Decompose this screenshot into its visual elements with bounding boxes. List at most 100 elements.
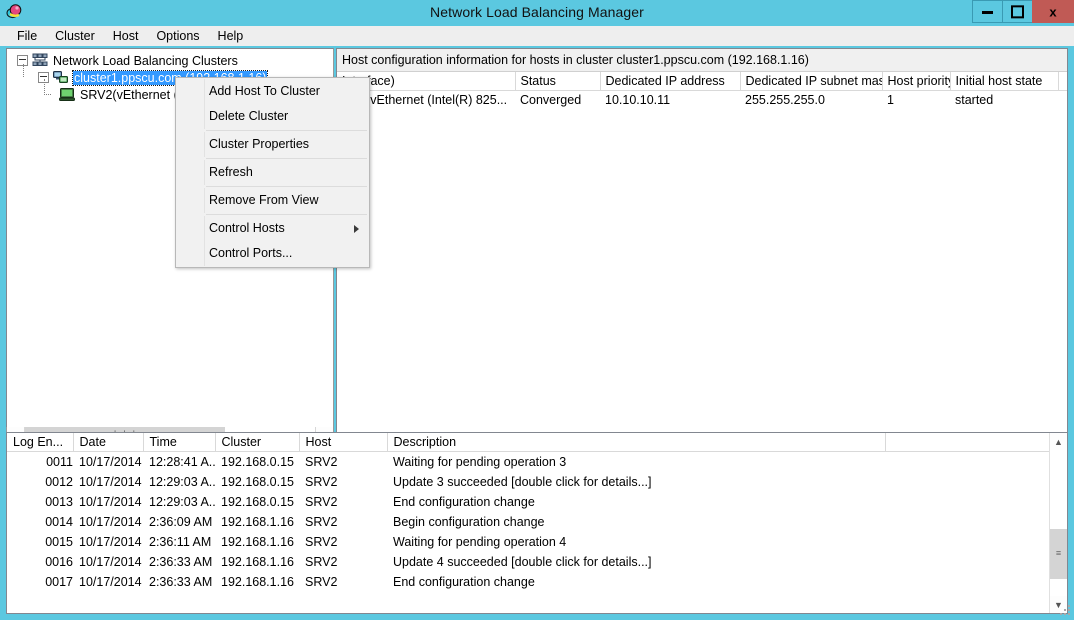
- context-menu-item-remove-from-view[interactable]: Remove From View: [176, 188, 369, 213]
- context-menu-item-control-hosts[interactable]: Control Hosts: [176, 216, 369, 241]
- context-menu-item-cluster-properties[interactable]: Cluster Properties: [176, 132, 369, 157]
- host-col-subnet-mask[interactable]: Dedicated IP subnet mask: [740, 72, 883, 91]
- log-cell-time: 12:29:03 A...: [149, 474, 215, 489]
- context-menu-label: Control Ports...: [209, 246, 293, 260]
- log-cell-host: SRV2: [305, 514, 338, 529]
- tree-connector: [23, 64, 24, 77]
- menu-separator: [206, 186, 367, 187]
- menu-host[interactable]: Host: [104, 27, 148, 45]
- log-cell-host: SRV2: [305, 474, 338, 489]
- tree-node-root[interactable]: Network Load Balancing Clusters: [7, 52, 333, 69]
- host-cell-initial-state: started: [955, 92, 994, 107]
- log-col-date[interactable]: Date: [73, 433, 144, 452]
- menu-bar: File Cluster Host Options Help: [0, 26, 1074, 46]
- minimize-icon: [973, 6, 1002, 18]
- window-controls: x: [972, 0, 1074, 23]
- log-cell-host: SRV2: [305, 554, 338, 569]
- menu-cluster[interactable]: Cluster: [46, 27, 104, 45]
- log-cell-date: 10/17/2014: [79, 534, 142, 549]
- log-cell-time: 2:36:33 AM: [149, 554, 213, 569]
- log-cell-host: SRV2: [305, 454, 338, 469]
- table-row[interactable]: RV2(vEthernet (Intel(R) 825... Converged…: [337, 91, 1067, 109]
- context-menu-label: Add Host To Cluster: [209, 84, 320, 98]
- tree-root-label: Network Load Balancing Clusters: [53, 53, 238, 68]
- menu-help[interactable]: Help: [209, 27, 253, 45]
- application-window: Network Load Balancing Manager x File Cl…: [0, 0, 1074, 619]
- minimize-button[interactable]: [972, 0, 1002, 23]
- close-button[interactable]: x: [1032, 0, 1074, 23]
- log-cell-host: SRV2: [305, 534, 338, 549]
- log-cell-spacer: [885, 572, 1050, 592]
- menu-options[interactable]: Options: [147, 27, 208, 45]
- log-col-host[interactable]: Host: [299, 433, 388, 452]
- log-cell-date: 10/17/2014: [79, 454, 142, 469]
- table-row[interactable]: 0011 10/17/2014 12:28:41 A... 192.168.0.…: [7, 452, 1050, 472]
- context-menu-item-control-ports[interactable]: Control Ports...: [176, 241, 369, 266]
- log-cell-host: SRV2: [305, 494, 338, 509]
- log-cell-entry: 0015: [45, 534, 73, 549]
- host-cell-status: Converged: [520, 92, 582, 107]
- submenu-arrow-icon: [354, 224, 359, 233]
- log-cell-spacer: [885, 532, 1050, 552]
- log-cell-cluster: 192.168.1.16: [221, 534, 294, 549]
- host-table-header-row: Interface) Status Dedicated IP address D…: [337, 72, 1067, 91]
- log-cell-description: End configuration change: [393, 574, 535, 589]
- log-cell-description: Begin configuration change: [393, 514, 545, 529]
- host-col-priority[interactable]: Host priority: [882, 72, 951, 91]
- tree-connector-h: [44, 94, 51, 95]
- context-menu-item-add-host-to-cluster[interactable]: Add Host To Cluster: [176, 79, 369, 104]
- log-cell-entry: 0016: [45, 554, 73, 569]
- context-menu-label: Remove From View: [209, 193, 319, 207]
- window-resize-grip[interactable]: [1058, 603, 1072, 617]
- log-cell-cluster: 192.168.1.16: [221, 514, 294, 529]
- menu-gutter: [176, 241, 205, 266]
- log-table-body: 0011 10/17/2014 12:28:41 A... 192.168.0.…: [7, 452, 1050, 592]
- log-cell-cluster: 192.168.0.15: [221, 494, 294, 509]
- table-row[interactable]: 0014 10/17/2014 2:36:09 AM 192.168.1.16 …: [7, 512, 1050, 532]
- window-title: Network Load Balancing Manager: [430, 4, 644, 20]
- scroll-up-button[interactable]: ▲: [1050, 433, 1067, 450]
- log-col-time[interactable]: Time: [143, 433, 216, 452]
- log-col-description[interactable]: Description: [387, 433, 886, 452]
- menu-gutter: [176, 79, 205, 104]
- menu-gutter: [176, 160, 205, 185]
- host-col-initial-state[interactable]: Initial host state: [950, 72, 1059, 91]
- table-row[interactable]: 0017 10/17/2014 2:36:33 AM 192.168.1.16 …: [7, 572, 1050, 592]
- menu-gutter: [176, 188, 205, 213]
- cluster-context-menu: Add Host To Cluster Delete Cluster Clust…: [175, 77, 370, 268]
- context-menu-label: Refresh: [209, 165, 253, 179]
- table-row[interactable]: 0015 10/17/2014 2:36:11 AM 192.168.1.16 …: [7, 532, 1050, 552]
- log-cell-description: Waiting for pending operation 3: [393, 454, 567, 469]
- menu-file[interactable]: File: [8, 27, 46, 45]
- log-col-entry[interactable]: Log En...: [7, 433, 74, 452]
- log-table-header-row: Log En... Date Time Cluster Host Descrip…: [7, 433, 1050, 452]
- log-cell-time: 2:36:09 AM: [149, 514, 213, 529]
- context-menu-item-refresh[interactable]: Refresh: [176, 160, 369, 185]
- maximize-button[interactable]: [1002, 0, 1032, 23]
- table-row[interactable]: 0013 10/17/2014 12:29:03 A... 192.168.0.…: [7, 492, 1050, 512]
- main-content: Network Load Balancing Clusters cluster1…: [0, 46, 1074, 619]
- host-col-dedicated-ip[interactable]: Dedicated IP address: [600, 72, 741, 91]
- log-cell-description: Update 3 succeeded [double click for det…: [393, 474, 652, 489]
- menu-gutter: [176, 132, 205, 157]
- log-table: Log En... Date Time Cluster Host Descrip…: [7, 433, 1050, 592]
- log-cell-spacer: [885, 472, 1050, 492]
- table-row[interactable]: 0012 10/17/2014 12:29:03 A... 192.168.0.…: [7, 472, 1050, 492]
- menu-gutter: [176, 216, 205, 241]
- context-menu-item-delete-cluster[interactable]: Delete Cluster: [176, 104, 369, 129]
- log-vertical-scrollbar[interactable]: ▲ ≡ ▼: [1049, 433, 1067, 613]
- host-col-status[interactable]: Status: [515, 72, 601, 91]
- menu-separator: [206, 158, 367, 159]
- log-cell-description: Update 4 succeeded [double click for det…: [393, 554, 652, 569]
- log-cell-description: Waiting for pending operation 4: [393, 534, 567, 549]
- v-scroll-thumb[interactable]: ≡: [1050, 529, 1067, 579]
- log-cell-spacer: [885, 452, 1050, 472]
- host-cell-dedicated-ip: 10.10.10.11: [605, 92, 671, 107]
- host-cell-subnet-mask: 255.255.255.0: [745, 92, 825, 107]
- log-col-cluster[interactable]: Cluster: [215, 433, 300, 452]
- maximize-icon: [1003, 5, 1032, 19]
- context-menu-label: Delete Cluster: [209, 109, 289, 123]
- menu-gutter: [176, 104, 205, 129]
- host-configuration-pane: Host configuration information for hosts…: [336, 48, 1068, 445]
- table-row[interactable]: 0016 10/17/2014 2:36:33 AM 192.168.1.16 …: [7, 552, 1050, 572]
